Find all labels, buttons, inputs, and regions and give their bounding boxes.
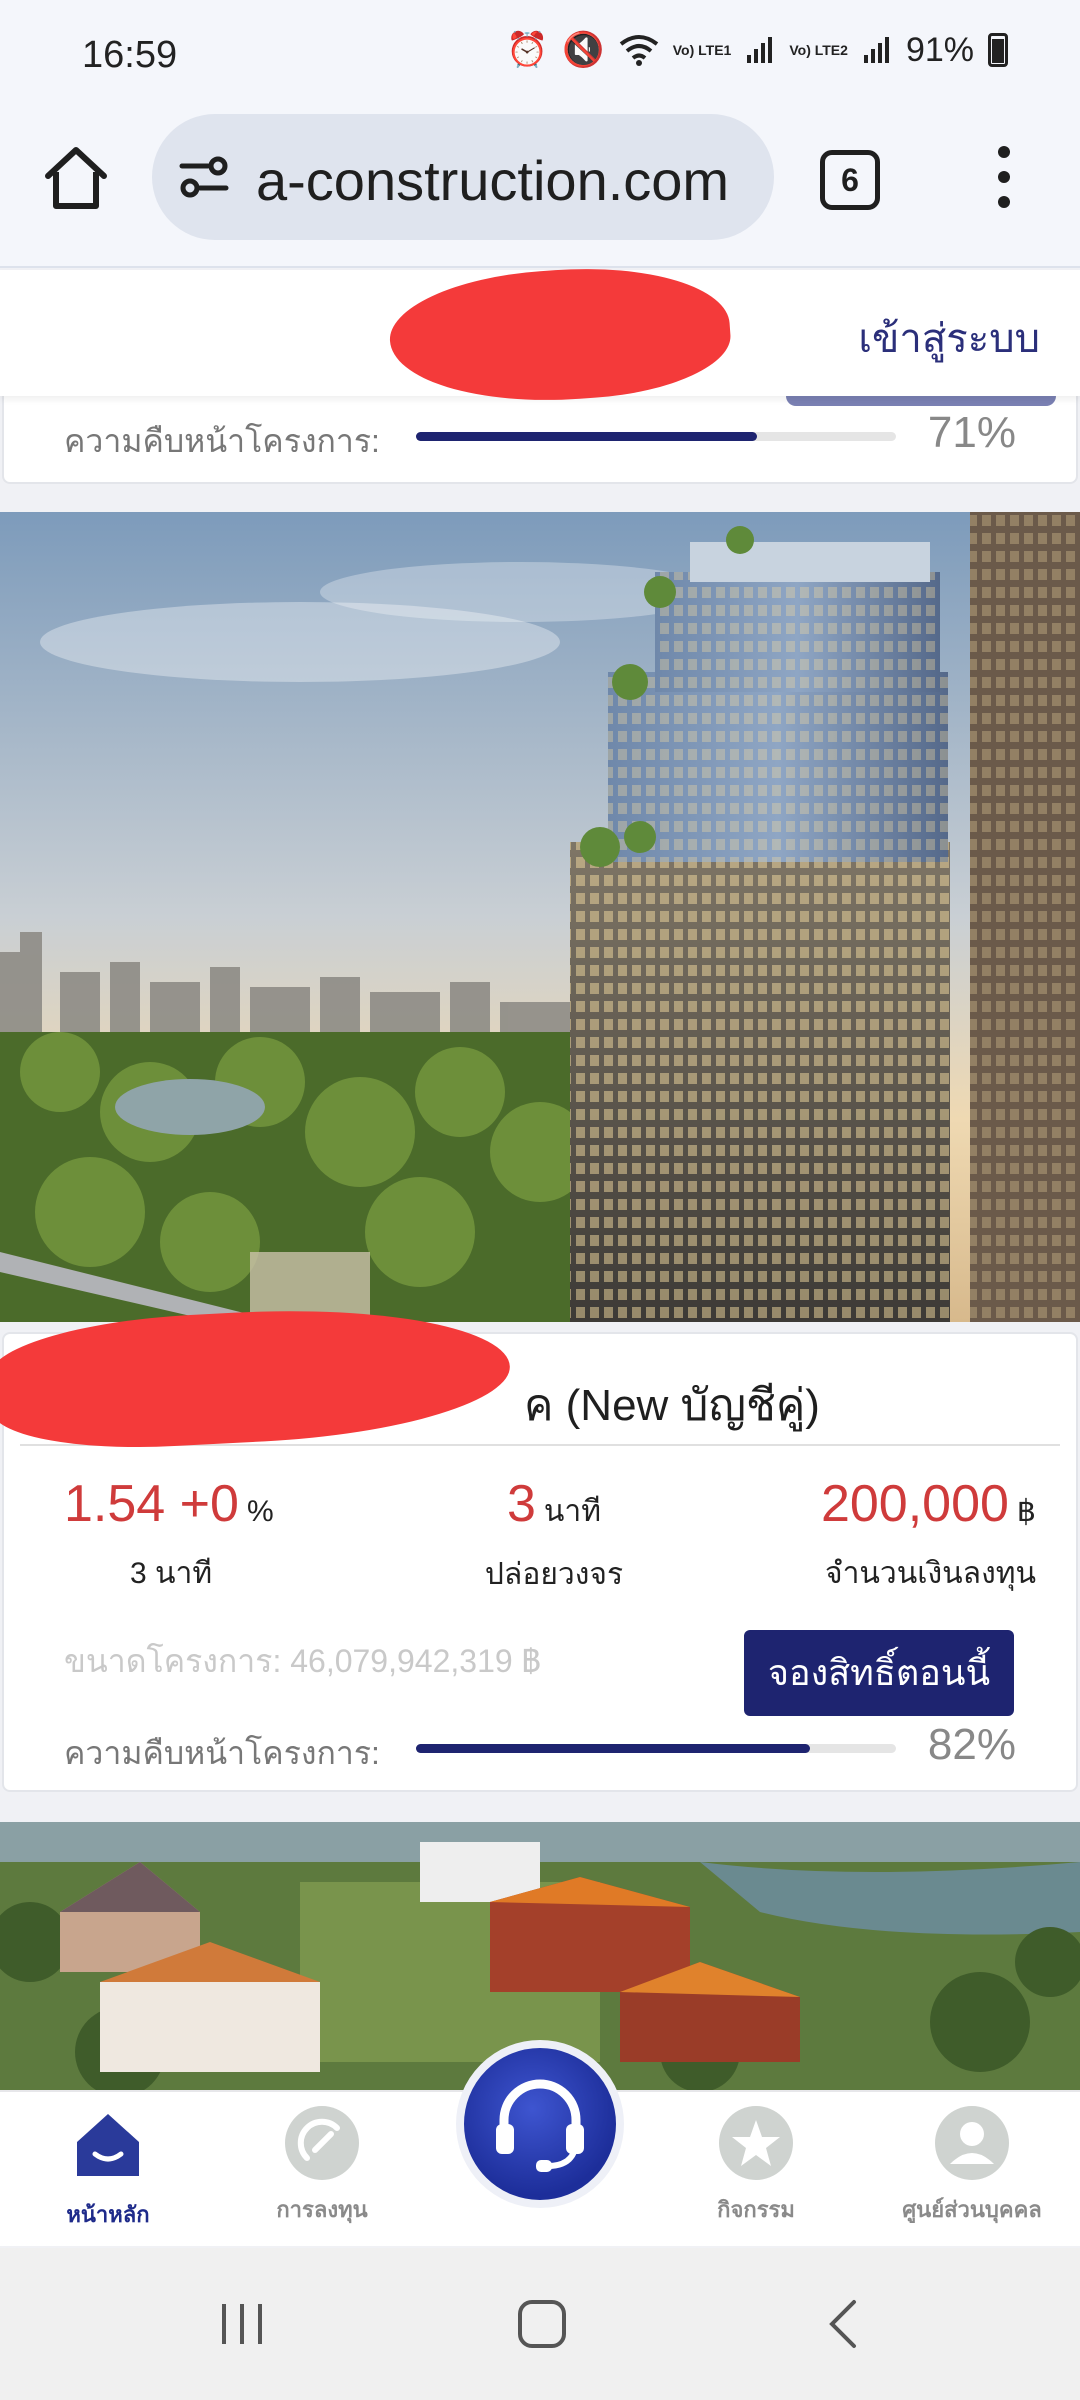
battery-icon [988,33,1008,67]
investment-amount-value: 200,000 [820,1475,1009,1533]
skyscraper-image [0,512,1080,1322]
nav-label: กิจกรรม [717,2197,795,2222]
star-icon [719,2106,793,2180]
customer-support-button[interactable] [456,2040,624,2208]
headset-icon [496,2079,584,2172]
project-size-label: ขนาดโครงการ: [64,1643,282,1679]
network-lte2-label: Vo) LTE2 [789,41,848,58]
home-button-icon[interactable] [514,2296,570,2352]
progress-row: ความคืบหน้าโครงการ: 71% [4,406,1076,466]
progress-fill [416,1744,810,1753]
wifi-icon [619,35,658,66]
return-rate-unit: % [246,1495,274,1528]
progress-bar [416,432,896,441]
nav-item-profile[interactable]: ศูนย์ส่วนบุคคล [872,2106,1072,2227]
nav-label: ศูนย์ส่วนบุคคล [902,2197,1042,2222]
invest-icon [285,2106,359,2180]
project-size-value: 46,079,942,319 ฿ [290,1643,542,1679]
tab-switcher-button[interactable]: 6 [820,150,880,210]
url-text: a-construction.com [256,149,730,212]
more-menu-icon[interactable] [992,146,1016,212]
return-rate-value: 1.54 +0 [64,1475,239,1533]
user-icon [935,2106,1009,2180]
status-bar: 16:59 ⏰ 🔇 Vo) LTE1 Vo) LTE2 91% [0,0,1080,112]
book-now-button[interactable]: จองสิทธิ์ตอนนี้ [744,1630,1014,1716]
alarm-icon: ⏰ [506,31,549,69]
status-icons: ⏰ 🔇 Vo) LTE1 Vo) LTE2 91% [506,30,1008,70]
nav-label: หน้าหลัก [66,2202,150,2227]
nav-item-invest[interactable]: การลงทุน [222,2106,422,2227]
nav-item-home[interactable]: หน้าหลัก [8,2106,208,2232]
project-size: ขนาดโครงการ: 46,079,942,319 ฿ [64,1636,541,1687]
page: 16:59 ⏰ 🔇 Vo) LTE1 Vo) LTE2 91% a-constr… [0,0,1080,2400]
progress-fill [416,432,757,441]
progress-label: ความคืบหน้าโครงการ: [64,1735,380,1771]
cycle-value: 3 [506,1475,536,1533]
progress-row: ความคืบหน้าโครงการ: 82% [4,1718,1076,1778]
recent-apps-icon[interactable] [214,2296,270,2352]
site-settings-icon[interactable] [178,152,230,202]
back-icon[interactable] [818,2296,874,2352]
project-title: ค (New บัญชีคู่) [524,1381,820,1430]
project-card: ความคืบหน้าโครงการ: 71% [2,394,1078,484]
cycle-unit: นาที [543,1495,602,1528]
progress-label: ความคืบหน้าโครงการ: [64,423,380,459]
progress-bar [416,1744,896,1753]
cycle-stat: 3 นาที ปล่อยวงจร [424,1474,684,1598]
investment-amount-caption: จำนวนเงินลงทุน [824,1557,1036,1590]
progress-percent: 71% [927,408,1016,457]
home-icon[interactable] [40,142,112,214]
signal-icon [863,37,889,63]
nav-item-activity[interactable]: กิจกรรม [656,2106,856,2227]
nav-label: การลงทุน [276,2197,368,2222]
login-link[interactable]: เข้าสู่ระบบ [858,306,1040,370]
project-image[interactable] [0,512,1080,1322]
investment-amount-stat: 200,000 ฿ จำนวนเงินลงทุน [776,1474,1036,1597]
signal-icon [747,37,773,63]
progress-percent: 82% [927,1720,1016,1769]
battery-percent: 91% [905,30,974,69]
return-rate-stat: 1.54 +0% 3 นาที [64,1474,304,1597]
cycle-caption: ปล่อยวงจร [484,1558,624,1591]
baht-unit: ฿ [1016,1495,1036,1528]
status-time: 16:59 [82,34,178,76]
network-lte1-label: Vo) LTE1 [672,41,732,58]
home-icon [77,2114,139,2176]
return-rate-caption: 3 นาที [130,1557,213,1590]
mute-icon: 🔇 [562,31,605,69]
address-bar[interactable]: a-construction.com [152,114,774,240]
system-navigation-bar [0,2248,1080,2400]
browser-toolbar: a-construction.com 6 [0,112,1080,268]
